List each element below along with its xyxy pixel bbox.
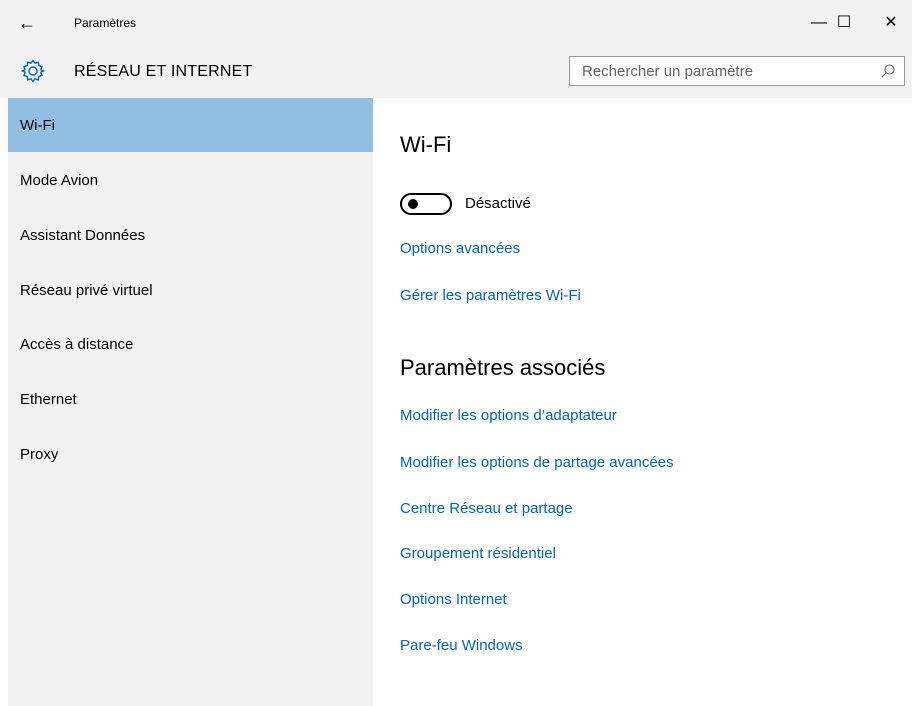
search-input[interactable] — [570, 57, 882, 85]
section-heading-related: Paramètres associés — [400, 355, 606, 380]
sidebar-item-dial-up[interactable]: Accès à distance — [8, 317, 373, 371]
link-windows-firewall[interactable]: Pare-feu Windows — [400, 637, 523, 654]
sidebar-item-label: Wi-Fi — [20, 117, 55, 134]
link-internet-options[interactable]: Options Internet — [400, 591, 507, 608]
title-bar: ← Paramètres — ☐ ✕ — [0, 0, 912, 48]
link-advanced-sharing[interactable]: Modifier les options de partage avancées — [400, 454, 674, 471]
sidebar-item-data-usage[interactable]: Assistant Données — [8, 208, 373, 262]
link-advanced-options[interactable]: Options avancées — [400, 240, 520, 257]
wifi-toggle[interactable] — [400, 193, 452, 215]
sidebar-item-wifi[interactable]: Wi-Fi — [8, 98, 373, 152]
search-box[interactable] — [569, 56, 905, 86]
sidebar-item-label: Réseau privé virtuel — [20, 282, 153, 299]
window-title: Paramètres — [74, 16, 137, 30]
sidebar-item-proxy[interactable]: Proxy — [8, 427, 373, 481]
wifi-toggle-state: Désactivé — [465, 195, 531, 212]
search-icon[interactable] — [880, 63, 896, 79]
back-button[interactable]: ← — [14, 12, 40, 36]
link-adapter-options[interactable]: Modifier les options d’adaptateur — [400, 407, 617, 424]
toggle-knob — [408, 199, 418, 209]
maximize-button[interactable]: ☐ — [821, 8, 867, 38]
link-network-sharing-center[interactable]: Centre Réseau et partage — [400, 500, 573, 517]
sidebar-item-vpn[interactable]: Réseau privé virtuel — [8, 263, 373, 317]
sidebar-item-label: Assistant Données — [20, 227, 146, 244]
sidebar: Wi-Fi Mode Avion Assistant Données Résea… — [8, 98, 373, 706]
page-header: RÉSEAU ET INTERNET — [0, 48, 912, 98]
sidebar-item-label: Proxy — [20, 446, 59, 463]
section-heading-wifi: Wi-Fi — [400, 132, 452, 157]
link-manage-wifi-settings[interactable]: Gérer les paramètres Wi-Fi — [400, 287, 581, 304]
back-arrow-icon: ← — [18, 13, 36, 33]
main-content: Wi-Fi Désactivé Options avancées Gérer l… — [400, 98, 900, 698]
sidebar-item-label: Accès à distance — [20, 336, 134, 353]
sidebar-item-label: Ethernet — [20, 391, 77, 408]
gear-icon — [20, 59, 46, 83]
sidebar-item-label: Mode Avion — [20, 172, 99, 189]
sidebar-item-airplane-mode[interactable]: Mode Avion — [8, 153, 373, 207]
close-button[interactable]: ✕ — [868, 8, 912, 38]
link-homegroup[interactable]: Groupement résidentiel — [400, 545, 556, 562]
sidebar-item-ethernet[interactable]: Ethernet — [8, 372, 373, 426]
page-title: RÉSEAU ET INTERNET — [74, 63, 253, 80]
